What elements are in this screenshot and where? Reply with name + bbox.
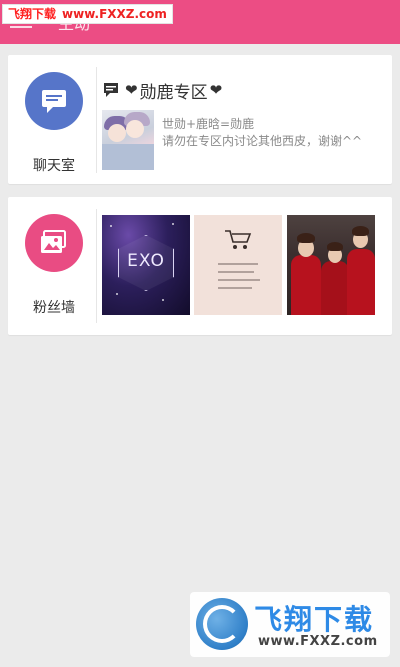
- watermark-site-name: 飞翔下载: [8, 7, 57, 21]
- chat-room-card[interactable]: 聊天室 ❤ 勋鹿专区 ❤ 世勋+鹿晗=勋鹿 请勿在专区内讨论其他西皮，谢谢^^: [8, 55, 392, 184]
- watermark-url: www.FXXZ.com: [258, 634, 378, 649]
- watermark-top: 飞翔下载 www.FXXZ.com: [2, 4, 173, 24]
- fan-wall-icon: [25, 214, 83, 272]
- zone-desc-line1: 世勋+鹿晗=勋鹿: [162, 117, 255, 131]
- zone-desc-line2: 请勿在专区内讨论其他西皮，谢谢^^: [162, 134, 363, 148]
- fan-photo-1[interactable]: EXO: [102, 215, 190, 315]
- zone-title-text: 勋鹿专区: [139, 82, 208, 103]
- heart-icon: ❤: [125, 81, 138, 99]
- watermark-url: www.FXXZ.com: [62, 7, 167, 21]
- zone-thumbnail[interactable]: [102, 110, 154, 170]
- watermark-brand: 飞翔下载: [254, 603, 375, 636]
- chat-room-icon: [25, 72, 83, 130]
- exo-logo-text: EXO: [127, 251, 165, 271]
- divider: [96, 67, 97, 173]
- divider: [96, 209, 97, 323]
- watermark-bottom: 飞翔下载 www.FXXZ.com: [190, 592, 390, 657]
- fan-photo-3[interactable]: [287, 215, 375, 315]
- fan-photo-2[interactable]: [194, 215, 282, 315]
- heart-icon: ❤: [209, 81, 223, 99]
- fan-wall-card[interactable]: 粉丝墙 EXO: [8, 197, 392, 335]
- fan-wall-caption: 粉丝墙: [33, 300, 75, 316]
- cart-icon: [225, 230, 252, 249]
- zone-title[interactable]: ❤ 勋鹿专区 ❤: [103, 79, 223, 103]
- chat-room-caption: 聊天室: [33, 158, 75, 174]
- message-icon: [104, 83, 118, 97]
